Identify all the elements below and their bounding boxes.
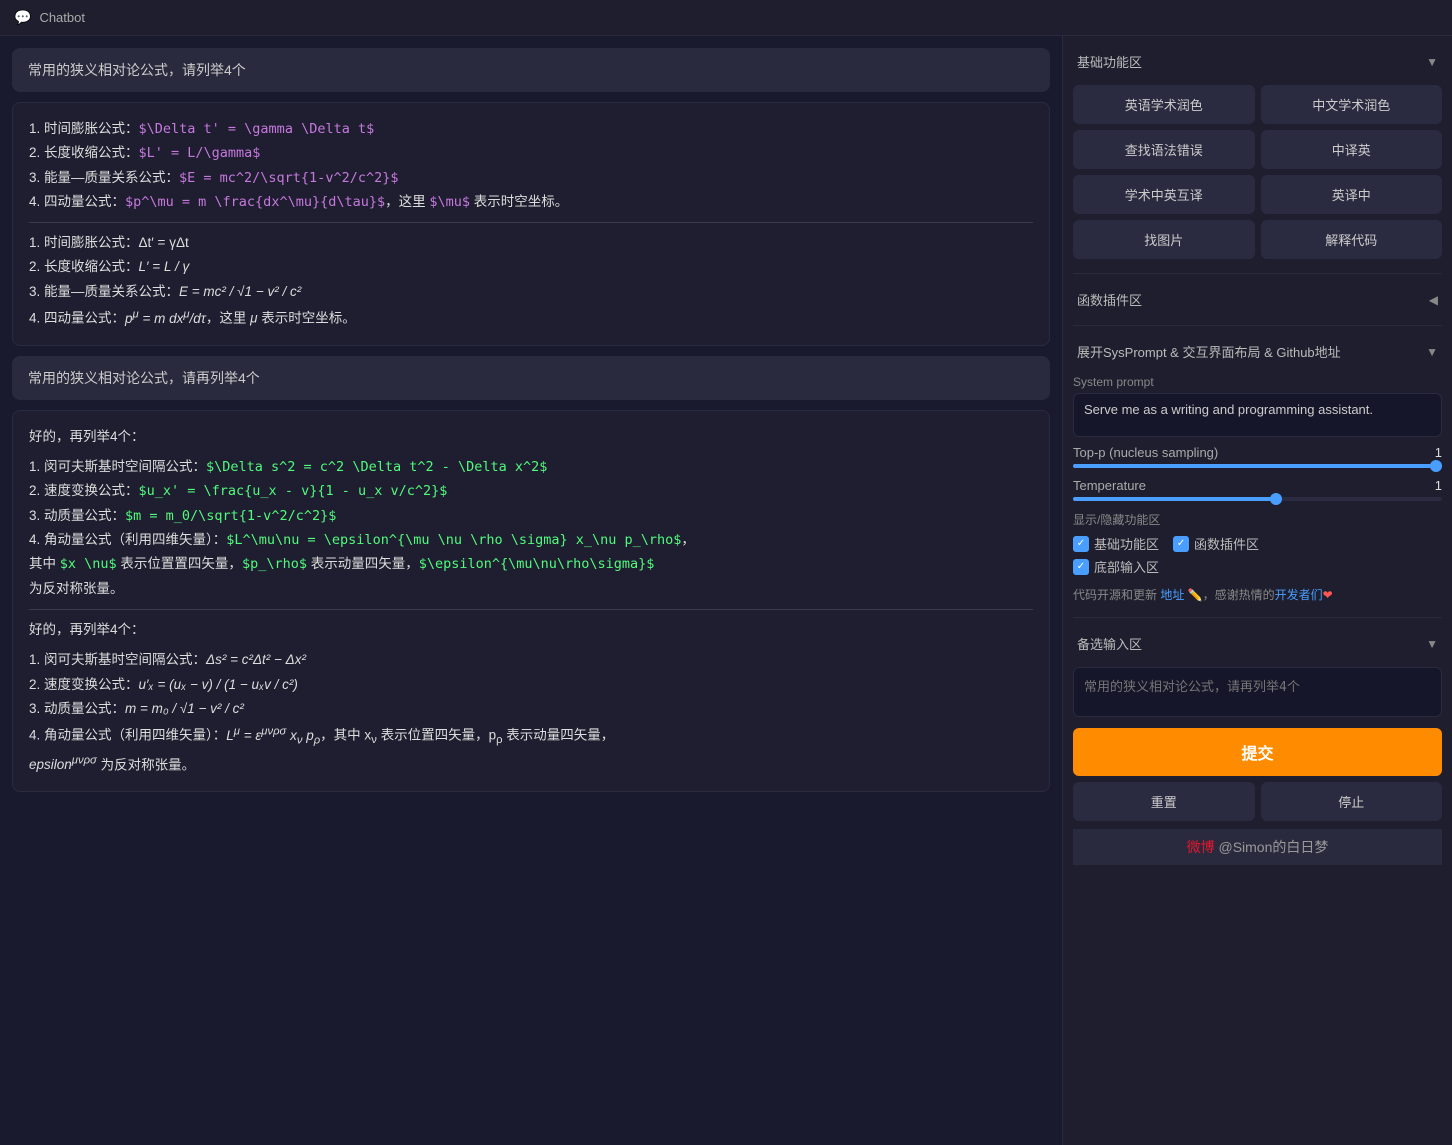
sysprompt-section-label: 展开SysPrompt & 交互界面布局 & Github地址 [1077,342,1341,361]
list-item: 1. 闵可夫斯基时空间隔公式：$\Delta s^2 = c^2 \Delta … [29,455,1033,479]
btn-zh-to-en[interactable]: 中译英 [1261,130,1443,169]
visibility-checkboxes-2: ✓ 底部输入区 [1073,557,1442,576]
backup-section-header: 备选输入区 ▼ [1073,628,1442,659]
btn-en-polish[interactable]: 英语学术润色 [1073,85,1255,124]
assistant-message-1: 1. 时间膨胀公式：$\Delta t' = \gamma \Delta t$ … [12,102,1050,346]
app-title: Chatbot [39,10,85,25]
checkbox-bottom-label: 底部输入区 [1094,557,1159,576]
chatbot-icon: 💬 [14,9,31,26]
footer-text-before: 代码开源和更新 [1073,588,1157,602]
btn-en-to-zh[interactable]: 英译中 [1261,175,1443,214]
divider-3 [1073,617,1442,618]
basic-btn-grid: 英语学术润色 中文学术润色 查找语法错误 中译英 学术中英互译 英译中 找图片 … [1073,85,1442,259]
temperature-row: Temperature 1 [1073,478,1442,493]
divider-2 [29,609,1033,610]
right-panel: 基础功能区 ▼ 英语学术润色 中文学术润色 查找语法错误 中译英 学术中英互译 … [1062,36,1452,1145]
checkbox-bottom-box[interactable]: ✓ [1073,559,1089,575]
sysprompt-text[interactable]: Serve me as a writing and programming as… [1073,393,1442,437]
btn-explain-code[interactable]: 解释代码 [1261,220,1443,259]
checkbox-bottom[interactable]: ✓ 底部输入区 [1073,557,1159,576]
sysprompt-content: System prompt Serve me as a writing and … [1073,375,1442,607]
list-item: 2. 长度收缩公式：L′ = L / γ [29,255,1033,279]
list-item: 1. 闵可夫斯基时空间隔公式：Δs² = c²Δt² − Δx² [29,648,1033,672]
stop-button[interactable]: 停止 [1261,782,1443,821]
list-item: 4. 角动量公式（利用四维矢量）：$L^\mu\nu = \epsilon^{\… [29,528,1033,601]
checkbox-plugin-box[interactable]: ✓ [1173,536,1189,552]
sysprompt-section-header[interactable]: 展开SysPrompt & 交互界面布局 & Github地址 ▼ [1073,336,1442,367]
temperature-slider[interactable] [1073,497,1442,501]
divider-2 [1073,325,1442,326]
checkbox-plugin-label: 函数插件区 [1194,534,1259,553]
visibility-label: 显示/隐藏功能区 [1073,511,1442,528]
intro-text: 好的，再列举4个： [29,425,1033,449]
sysprompt-section-arrow[interactable]: ▼ [1426,345,1438,359]
list-item: 4. 角动量公式（利用四维矢量）：Lμ = εμνρσ xν pρ，其中 xν … [29,721,1033,777]
top-p-slider[interactable] [1073,464,1442,468]
btn-grammar[interactable]: 查找语法错误 [1073,130,1255,169]
watermark: 微博 @Simon的白日梦 [1073,829,1442,865]
list-item: 2. 长度收缩公式：$L' = L/\gamma$ [29,141,1033,165]
list-item: 3. 动质量公式：m = m₀ / √1 − v² / c² [29,697,1033,721]
backup-section-arrow[interactable]: ▼ [1426,637,1438,651]
temperature-label: Temperature [1073,478,1146,493]
top-p-row: Top-p (nucleus sampling) 1 [1073,445,1442,460]
plugin-section-arrow[interactable]: ◀ [1429,293,1438,307]
weibo-icon: 微博 [1187,839,1215,855]
checkbox-basic-box[interactable]: ✓ [1073,536,1089,552]
assistant-message-2: 好的，再列举4个： 1. 闵可夫斯基时空间隔公式：$\Delta s^2 = c… [12,410,1050,793]
btn-find-image[interactable]: 找图片 [1073,220,1255,259]
basic-section-header: 基础功能区 ▼ [1073,46,1442,77]
sysprompt-label: System prompt [1073,375,1442,389]
user-message-1: 常用的狭义相对论公式，请列举4个 [12,48,1050,92]
footer-links: 代码开源和更新 地址 ✏️，感谢热情的开发者们❤ [1073,582,1442,607]
list-item: 3. 动质量公式：$m = m_0/\sqrt{1-v^2/c^2}$ [29,504,1033,528]
visibility-checkboxes: ✓ 基础功能区 ✓ 函数插件区 [1073,534,1442,553]
submit-button[interactable]: 提交 [1073,728,1442,776]
chat-panel: 常用的狭义相对论公式，请列举4个 1. 时间膨胀公式：$\Delta t' = … [0,36,1062,1145]
divider [29,222,1033,223]
latex-block: 1. 时间膨胀公式：$\Delta t' = \gamma \Delta t$ … [29,117,1033,214]
list-item: 3. 能量—质量关系公式：$E = mc^2/\sqrt{1-v^2/c^2}$ [29,166,1033,190]
list-item: 2. 速度变换公式：u′ₓ = (uₓ − v) / (1 − uₓv / c²… [29,673,1033,697]
basic-section-arrow[interactable]: ▼ [1426,55,1438,69]
list-item: 1. 时间膨胀公式：$\Delta t' = \gamma \Delta t$ [29,117,1033,141]
list-item: 4. 四动量公式：$p^\mu = m \frac{dx^\mu}{d\tau}… [29,190,1033,214]
backup-section-label: 备选输入区 [1077,634,1142,653]
plugin-section-label: 函数插件区 [1077,290,1142,309]
checkbox-basic[interactable]: ✓ 基础功能区 [1073,534,1159,553]
main-layout: 常用的狭义相对论公式，请列举4个 1. 时间膨胀公式：$\Delta t' = … [0,36,1452,1145]
plugin-section-header: 函数插件区 ◀ [1073,284,1442,315]
list-item: 3. 能量—质量关系公式：E = mc² / √1 − v² / c² [29,280,1033,304]
list-item: 4. 四动量公式：pμ = m dxμ/dτ，这里 μ 表示时空坐标。 [29,304,1033,331]
temperature-value: 1 [1435,478,1442,493]
backup-content: 提交 重置 停止 [1073,667,1442,821]
bottom-actions: 重置 停止 [1073,782,1442,821]
outro-text: 好的，再列举4个： [29,618,1033,642]
rendered-block-2: 1. 闵可夫斯基时空间隔公式：Δs² = c²Δt² − Δx² 2. 速度变换… [29,648,1033,777]
contributors-link[interactable]: 开发者们 [1275,588,1323,602]
btn-academic-translate[interactable]: 学术中英互译 [1073,175,1255,214]
user-message-2: 常用的狭义相对论公式，请再列举4个 [12,356,1050,400]
top-bar: 💬 Chatbot [0,0,1452,36]
top-p-value: 1 [1435,445,1442,460]
divider-1 [1073,273,1442,274]
latex-block-2: 1. 闵可夫斯基时空间隔公式：$\Delta s^2 = c^2 \Delta … [29,455,1033,601]
rendered-block: 1. 时间膨胀公式：Δt′ = γΔt 2. 长度收缩公式：L′ = L / γ… [29,231,1033,331]
checkbox-basic-label: 基础功能区 [1094,534,1159,553]
basic-section-label: 基础功能区 [1077,52,1142,71]
heart-icon: ❤ [1323,588,1333,602]
footer-link[interactable]: 地址 [1160,588,1184,602]
checkbox-plugin[interactable]: ✓ 函数插件区 [1173,534,1259,553]
reset-button[interactable]: 重置 [1073,782,1255,821]
list-item: 1. 时间膨胀公式：Δt′ = γΔt [29,231,1033,255]
top-p-label: Top-p (nucleus sampling) [1073,445,1218,460]
watermark-text: @Simon的白日梦 [1218,839,1328,855]
btn-zh-polish[interactable]: 中文学术润色 [1261,85,1443,124]
list-item: 2. 速度变换公式：$u_x' = \frac{u_x - v}{1 - u_x… [29,479,1033,503]
backup-input[interactable] [1073,667,1442,717]
